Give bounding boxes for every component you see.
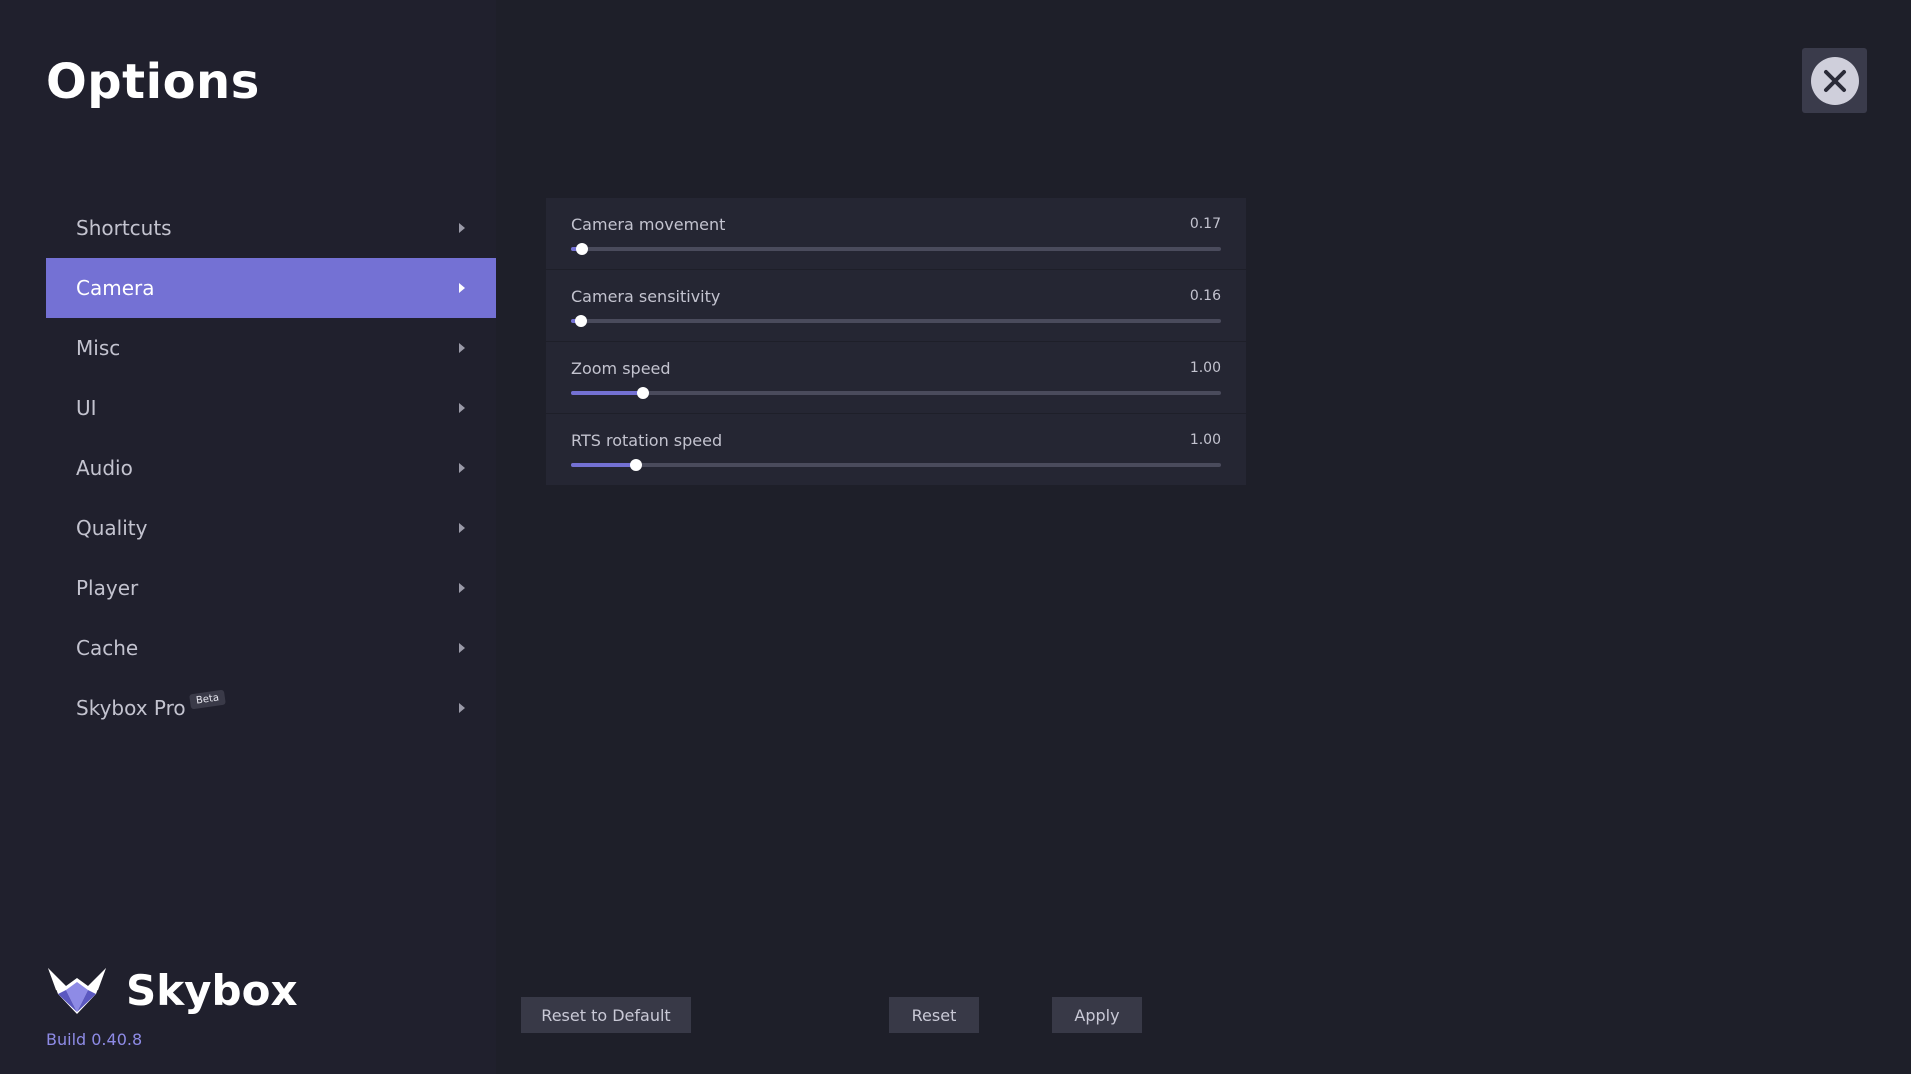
setting-label: Camera sensitivity: [571, 287, 721, 306]
setting-rts-rotation-speed: RTS rotation speed 1.00: [546, 414, 1246, 486]
sidebar-item-skybox-pro[interactable]: Skybox Pro Beta: [46, 678, 496, 738]
reset-button[interactable]: Reset: [889, 997, 979, 1033]
page-title: Options: [46, 54, 260, 110]
chevron-right-icon: [459, 523, 465, 533]
chevron-right-icon: [459, 343, 465, 353]
close-icon: [1810, 56, 1859, 105]
chevron-right-icon: [459, 463, 465, 473]
sidebar-item-shortcuts[interactable]: Shortcuts: [46, 198, 496, 258]
sidebar-item-player[interactable]: Player: [46, 558, 496, 618]
slider-thumb[interactable]: [576, 243, 589, 255]
camera-settings-panel: Camera movement 0.17 Camera sensitivity …: [546, 198, 1246, 486]
setting-value: 0.16: [1189, 288, 1221, 304]
sidebar-item-cache[interactable]: Cache: [46, 618, 496, 678]
sidebar-item-camera[interactable]: Camera: [46, 258, 496, 318]
sidebar-item-label: Player: [76, 576, 139, 600]
sidebar-item-audio[interactable]: Audio: [46, 438, 496, 498]
chevron-right-icon: [459, 703, 465, 713]
setting-value: 1.00: [1189, 432, 1221, 448]
beta-badge: Beta: [188, 689, 226, 709]
setting-zoom-speed: Zoom speed 1.00: [546, 342, 1246, 414]
brand-name: Skybox: [126, 965, 298, 1015]
sidebar-item-label: Camera: [76, 276, 155, 300]
build-version: Build 0.40.8: [46, 1030, 143, 1049]
rts-rotation-speed-slider[interactable]: [571, 459, 1221, 471]
chevron-right-icon: [459, 283, 465, 293]
sidebar-nav: Shortcuts Camera Misc UI Audio Quality P…: [46, 198, 496, 738]
slider-thumb[interactable]: [574, 315, 587, 327]
fox-logo-icon: [48, 968, 106, 1014]
sidebar-item-label: Cache: [76, 636, 139, 660]
chevron-right-icon: [459, 403, 465, 413]
setting-camera-sensitivity: Camera sensitivity 0.16: [546, 270, 1246, 342]
slider-fill: [571, 463, 636, 467]
sidebar-item-ui[interactable]: UI: [46, 378, 496, 438]
sidebar-item-quality[interactable]: Quality: [46, 498, 496, 558]
sidebar: Options Shortcuts Camera Misc UI Audio Q…: [0, 0, 496, 1074]
camera-sensitivity-slider[interactable]: [571, 315, 1221, 327]
sidebar-item-label: UI: [76, 396, 97, 420]
sidebar-item-label: Shortcuts: [76, 216, 172, 240]
setting-label: Camera movement: [571, 215, 726, 234]
sidebar-item-label: Skybox Pro: [76, 696, 186, 720]
apply-button[interactable]: Apply: [1052, 997, 1142, 1033]
slider-thumb[interactable]: [630, 459, 642, 471]
sidebar-item-label: Quality: [76, 516, 148, 540]
setting-value: 0.17: [1189, 216, 1221, 232]
slider-fill: [571, 391, 643, 395]
sidebar-item-label: Misc: [76, 336, 121, 360]
camera-movement-slider[interactable]: [571, 243, 1221, 255]
reset-to-default-button[interactable]: Reset to Default: [521, 997, 691, 1033]
close-button[interactable]: [1802, 48, 1867, 113]
chevron-right-icon: [459, 583, 465, 593]
sidebar-item-misc[interactable]: Misc: [46, 318, 496, 378]
chevron-right-icon: [459, 643, 465, 653]
zoom-speed-slider[interactable]: [571, 387, 1221, 399]
setting-value: 1.00: [1189, 360, 1221, 376]
sidebar-item-label: Audio: [76, 456, 133, 480]
chevron-right-icon: [459, 223, 465, 233]
setting-camera-movement: Camera movement 0.17: [546, 198, 1246, 270]
slider-thumb[interactable]: [636, 387, 649, 399]
brand: Skybox: [46, 964, 298, 1016]
setting-label: RTS rotation speed: [571, 431, 723, 450]
setting-label: Zoom speed: [571, 359, 671, 378]
main-content: [496, 0, 1911, 1074]
